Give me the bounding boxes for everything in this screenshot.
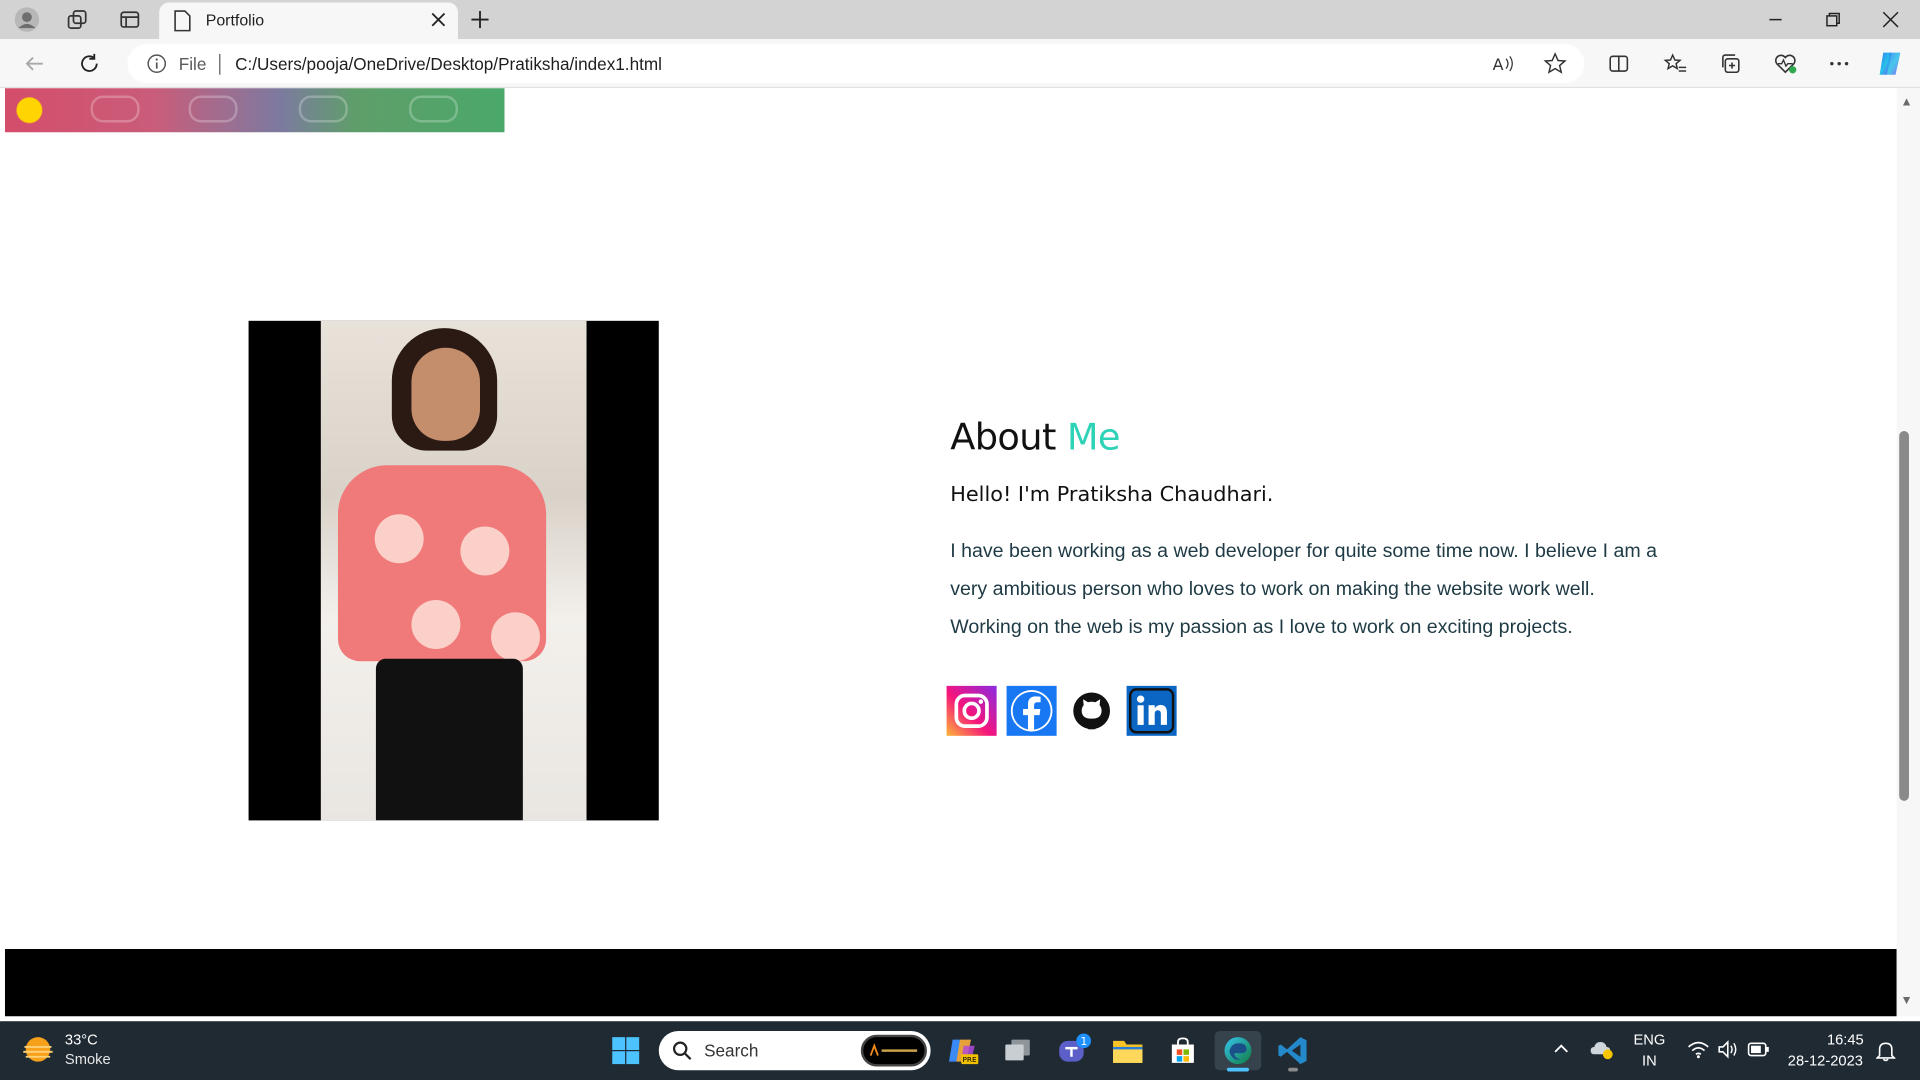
about-heading-main: About <box>950 416 1056 460</box>
svg-text:A: A <box>1493 55 1504 74</box>
footer-bar <box>4 948 1897 1017</box>
restore-icon[interactable] <box>1821 7 1845 31</box>
browser-essentials-icon[interactable] <box>1771 49 1800 78</box>
bio-line: very ambitious person who loves to work … <box>950 579 1595 601</box>
profile-photo <box>248 320 659 821</box>
taskbar-search[interactable]: Search <box>658 1031 931 1071</box>
wifi-icon[interactable] <box>1687 1040 1709 1060</box>
chevron-up-icon[interactable] <box>1553 1042 1570 1054</box>
scheme-label: File <box>178 53 207 74</box>
page-scrollbar[interactable]: ▲ ▼ <box>1896 88 1920 1017</box>
banner-image <box>4 88 505 133</box>
search-icon <box>672 1041 692 1060</box>
social-links <box>946 685 1177 736</box>
edge-icon[interactable] <box>1214 1031 1262 1072</box>
page-viewport: About Me Hello! I'm Pratiksha Chaudhari.… <box>4 88 1897 1017</box>
battery-icon[interactable] <box>1747 1042 1769 1057</box>
page-icon <box>174 10 191 32</box>
scroll-up-icon[interactable]: ▲ <box>1899 96 1914 109</box>
address-separator <box>219 53 221 75</box>
language-top[interactable]: ENG <box>1633 1031 1665 1048</box>
onedrive-icon[interactable] <box>1589 1038 1613 1060</box>
tab-title: Portfolio <box>205 11 265 30</box>
copilot-preview-icon[interactable]: PRE <box>943 1031 982 1070</box>
bio-line: I have been working as a web developer f… <box>950 541 1658 563</box>
volume-icon[interactable] <box>1717 1040 1739 1060</box>
github-icon[interactable] <box>1067 686 1117 736</box>
file-explorer-icon[interactable] <box>1108 1031 1147 1070</box>
tab-portfolio[interactable]: Portfolio <box>159 2 458 40</box>
back-icon[interactable] <box>20 49 49 78</box>
clock-date[interactable]: 28-12-2023 <box>1788 1052 1863 1069</box>
refresh-icon[interactable] <box>75 49 104 78</box>
greeting-text: Hello! I'm Pratiksha Chaudhari. <box>950 482 1274 507</box>
teams-chat-icon[interactable]: 1 <box>1053 1031 1092 1070</box>
address-bar[interactable]: File C:/Users/pooja/OneDrive/Desktop/Pra… <box>127 44 1585 84</box>
bio-text: I have been working as a web developer f… <box>950 533 1685 647</box>
minimize-icon[interactable] <box>1763 7 1787 31</box>
svg-text:PRE: PRE <box>962 1055 977 1064</box>
task-view-icon[interactable] <box>998 1031 1037 1070</box>
split-screen-icon[interactable] <box>1604 49 1633 78</box>
about-heading-accent: Me <box>1066 416 1121 460</box>
search-label: Search <box>704 1040 759 1061</box>
new-tab-icon[interactable] <box>465 5 494 34</box>
facebook-icon[interactable] <box>1006 685 1057 736</box>
close-window-icon[interactable] <box>1878 7 1902 31</box>
bio-line: Working on the web is my passion as I lo… <box>950 617 1573 638</box>
tab-actions-icon[interactable] <box>115 5 144 34</box>
scroll-thumb[interactable] <box>1899 431 1909 801</box>
read-aloud-icon[interactable]: A <box>1491 53 1515 75</box>
microsoft-store-icon[interactable] <box>1163 1031 1202 1070</box>
browser-toolbar: File C:/Users/pooja/OneDrive/Desktop/Pra… <box>0 39 1920 89</box>
linkedin-icon[interactable] <box>1126 685 1177 736</box>
workspaces-icon[interactable] <box>62 5 91 34</box>
clock-time[interactable]: 16:45 <box>1827 1031 1864 1048</box>
favorite-star-icon[interactable] <box>1543 51 1567 75</box>
weather-temperature: 33°C <box>64 1031 98 1049</box>
browser-titlebar: Portfolio <box>0 0 1920 40</box>
profile-icon[interactable] <box>12 5 41 34</box>
collections-icon[interactable] <box>1716 49 1745 78</box>
about-heading: About Me <box>950 416 1120 459</box>
favorites-icon[interactable] <box>1660 49 1689 78</box>
close-tab-icon[interactable] <box>429 10 449 30</box>
weather-description: Smoke <box>64 1050 111 1068</box>
vscode-icon[interactable] <box>1273 1031 1312 1072</box>
teams-badge: 1 <box>1080 1035 1087 1048</box>
more-options-icon[interactable] <box>1825 49 1854 78</box>
copilot-icon[interactable] <box>1876 49 1905 78</box>
language-bottom[interactable]: IN <box>1642 1052 1657 1069</box>
search-highlight-icon <box>860 1034 927 1067</box>
url-text[interactable]: C:/Users/pooja/OneDrive/Desktop/Pratiksh… <box>235 54 662 74</box>
windows-taskbar: 33°C Smoke Search PRE 1 ENG IN 16:45 28-… <box>0 1021 1920 1080</box>
weather-icon[interactable] <box>22 1036 56 1065</box>
instagram-icon[interactable] <box>946 685 997 736</box>
start-icon[interactable] <box>606 1031 645 1070</box>
notification-bell-icon[interactable] <box>1875 1040 1896 1062</box>
scroll-down-icon[interactable]: ▼ <box>1899 994 1914 1007</box>
info-icon[interactable] <box>147 54 167 74</box>
